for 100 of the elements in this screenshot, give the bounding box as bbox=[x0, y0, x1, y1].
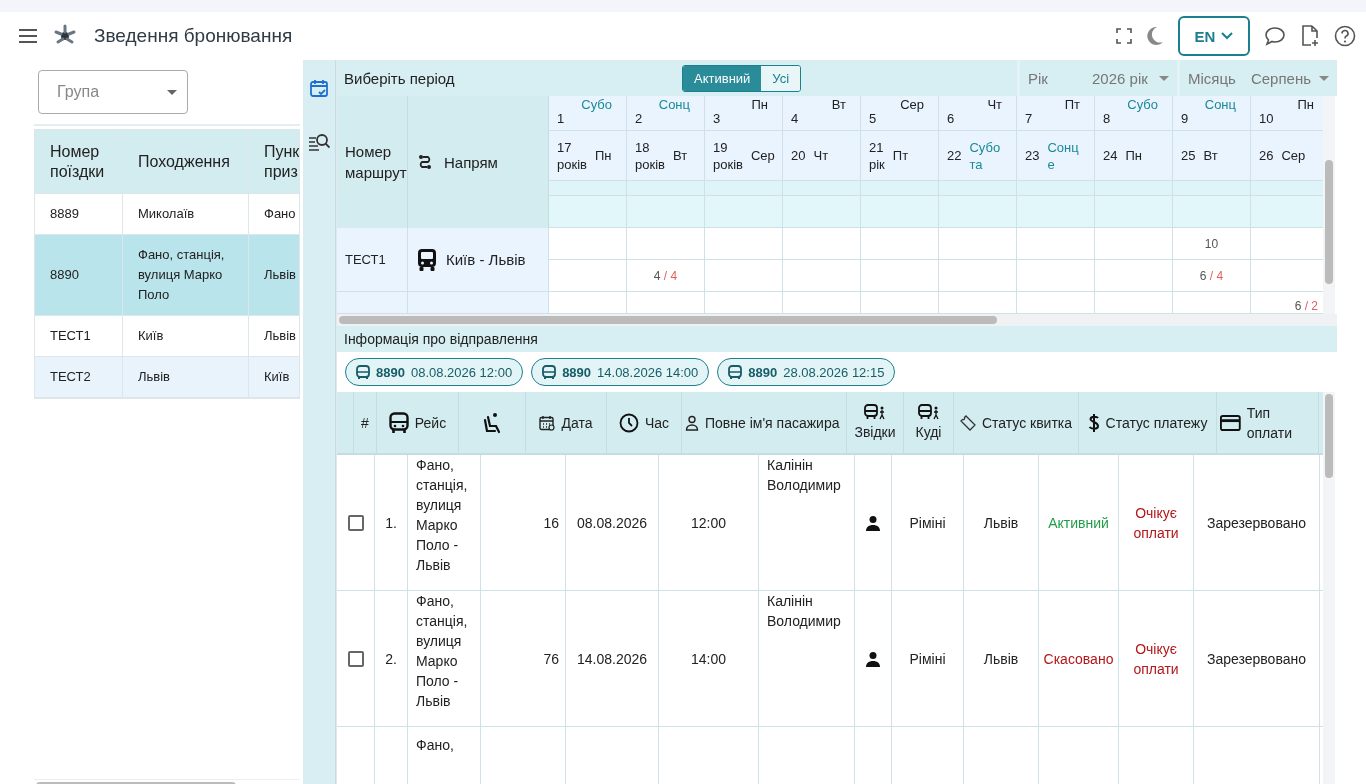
column-header[interactable]: Рейс bbox=[414, 412, 447, 433]
table-cell: Київ bbox=[123, 316, 249, 356]
day-number: 3 bbox=[713, 110, 721, 128]
day-number: 22 bbox=[947, 147, 962, 164]
day-number: 26 bbox=[1259, 147, 1274, 164]
date-cell-text: 14.08.2026 bbox=[576, 649, 648, 669]
trip-chip[interactable]: 8890 14.08.2026 14:00 bbox=[531, 358, 710, 386]
seat-count[interactable]: 10 bbox=[1204, 236, 1219, 251]
weekday-label: Сонц bbox=[658, 96, 690, 114]
column-header[interactable]: Статус квитка bbox=[981, 412, 1073, 433]
weekday-label: Субо та bbox=[969, 138, 1001, 173]
table-cell-text: Ріміні bbox=[909, 513, 946, 533]
weekday-label: Субо bbox=[581, 96, 612, 114]
table-cell: 8889 bbox=[35, 194, 123, 234]
weekday-label: Чт bbox=[987, 96, 1002, 114]
passenger-name: Калінін Володимир bbox=[767, 592, 842, 631]
trip-row[interactable]: 8889 Миколаїв Фано bbox=[35, 194, 299, 235]
filter-toggle[interactable]: Усі bbox=[761, 65, 801, 91]
column-header[interactable]: Походження bbox=[123, 130, 249, 193]
payment-status: Очікує оплати bbox=[1132, 639, 1180, 679]
trip-row[interactable]: ТЕСТ2 Львів Київ bbox=[35, 357, 299, 398]
seat-number: 76 bbox=[543, 649, 559, 669]
filter-toggle[interactable]: Активний bbox=[683, 65, 762, 91]
weekday-label: Чт bbox=[813, 147, 829, 164]
table-cell: Київ bbox=[249, 357, 299, 397]
table-cell: Львів bbox=[249, 316, 299, 356]
row-number: 1. bbox=[385, 513, 397, 533]
day-number: 1 bbox=[557, 110, 565, 128]
table-cell-text: Львів bbox=[983, 649, 1019, 669]
weekday-label: Сонц е bbox=[1047, 138, 1079, 173]
table-cell: Львів bbox=[123, 357, 249, 397]
ticket-status: Активний bbox=[1048, 513, 1109, 533]
day-number: 5 bbox=[869, 110, 877, 128]
table-cell: ТЕСТ2 bbox=[35, 357, 123, 397]
day-number: 4 bbox=[791, 110, 799, 128]
payment-status: Очікує оплати bbox=[1132, 503, 1180, 543]
weekday-label: Пт bbox=[1064, 96, 1080, 114]
column-header[interactable]: Куді bbox=[915, 421, 942, 442]
seat-ratio[interactable]: 4 / 4 bbox=[653, 268, 678, 283]
row-number: 2. bbox=[385, 649, 397, 669]
weekday-label: Сер bbox=[1281, 147, 1306, 164]
passenger-name: Калінін Володимир bbox=[767, 456, 842, 495]
table-cell-text: Зарезервовано bbox=[1207, 513, 1306, 533]
trip-row[interactable]: 8890 Фано, станція, вулиця Марко Поло Львів bbox=[35, 235, 299, 316]
seat-number: 16 bbox=[543, 513, 559, 533]
weekday-label: Вт bbox=[831, 96, 846, 114]
column-header[interactable]: Повне ім'я пасажира bbox=[705, 412, 840, 433]
direction-text: Київ - Львів bbox=[446, 251, 526, 268]
group-select[interactable]: Група bbox=[38, 70, 188, 114]
day-number: 10 bbox=[1259, 110, 1274, 128]
table-cell: ТЕСТ1 bbox=[35, 316, 123, 356]
ticket-status: Скасовано bbox=[1043, 649, 1114, 669]
column-header[interactable]: Дата bbox=[561, 412, 593, 433]
weekday-label: Пн bbox=[594, 147, 612, 164]
weekday-label: Сер bbox=[750, 147, 775, 164]
weekday-label: Вт bbox=[672, 147, 688, 164]
seat-ratio[interactable]: 6 / 4 bbox=[1199, 268, 1224, 283]
day-number: 2 bbox=[635, 110, 643, 128]
day-number: 21 рік bbox=[869, 138, 885, 173]
weekday-label: Пн bbox=[1297, 96, 1314, 114]
section-title: Виберіть період bbox=[344, 69, 456, 87]
weekday-label: Сонц bbox=[1204, 96, 1236, 114]
table-cell: ТЕСТ1 bbox=[337, 228, 408, 292]
day-number: 19 років bbox=[713, 138, 743, 173]
day-number: 8 bbox=[1103, 110, 1111, 128]
time-cell-text: 14:00 bbox=[690, 649, 726, 669]
table-cell: Фано, станція, вулиця Марко Поло bbox=[123, 235, 249, 315]
trip-row[interactable]: ТЕСТ1 Київ Львів bbox=[35, 316, 299, 357]
day-number: 7 bbox=[1025, 110, 1033, 128]
language-button[interactable]: EN bbox=[1178, 16, 1250, 56]
table-cell-text: Фано, bbox=[416, 736, 454, 755]
trip-chip[interactable]: 8890 28.08.2026 12:15 bbox=[717, 358, 896, 386]
day-number: 18 років bbox=[635, 138, 665, 173]
column-header: Номер маршрут bbox=[337, 96, 408, 228]
weekday-label: Пн bbox=[751, 96, 768, 114]
weekday-label: Пт bbox=[892, 147, 909, 164]
day-number: 17 років bbox=[557, 138, 587, 173]
day-number: 9 bbox=[1181, 110, 1189, 128]
weekday-label: Субо bbox=[1127, 96, 1158, 114]
column-header[interactable]: Тип оплати bbox=[1246, 402, 1315, 443]
column-header[interactable]: Статус платежу bbox=[1105, 412, 1208, 433]
day-number: 25 bbox=[1181, 147, 1196, 164]
column-header[interactable]: Номер поїздки bbox=[35, 130, 123, 193]
day-number: 23 bbox=[1025, 147, 1040, 164]
column-header: Напрям bbox=[444, 153, 498, 171]
page-title: Зведення бронювання bbox=[94, 25, 293, 47]
weekday-label: Пн bbox=[1125, 147, 1142, 164]
time-cell-text: 12:00 bbox=[690, 513, 726, 533]
day-number: 24 bbox=[1103, 147, 1118, 164]
table-cell-text: Львів bbox=[983, 513, 1019, 533]
table-cell-text: Ріміні bbox=[909, 649, 946, 669]
trip-chip[interactable]: 8890 08.08.2026 12:00 bbox=[345, 358, 524, 386]
table-cell: 8890 bbox=[35, 235, 123, 315]
column-header[interactable]: Час bbox=[644, 412, 670, 433]
seat-ratio[interactable]: 6 / 2 bbox=[1294, 299, 1318, 313]
date-cell-text: 08.08.2026 bbox=[576, 513, 648, 533]
table-cell: Фано bbox=[249, 194, 299, 234]
table-cell-text: Фано, станція, вулиця Марко Поло - Львів bbox=[416, 592, 469, 711]
column-header[interactable]: Звідки bbox=[854, 421, 896, 442]
column-header[interactable]: # bbox=[361, 412, 369, 433]
